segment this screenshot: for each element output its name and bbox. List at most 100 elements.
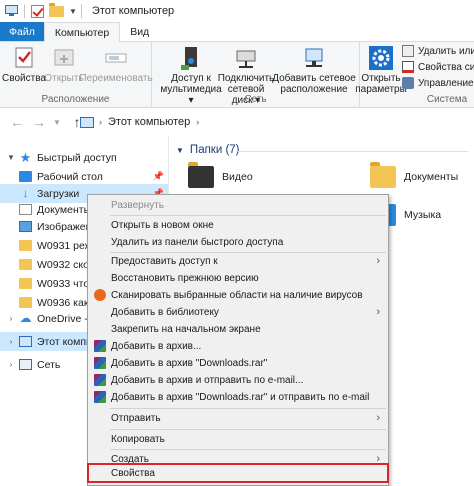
menu-item-add-to-library[interactable]: Добавить в библиотеку ›: [88, 304, 388, 321]
menu-item-unpin-quick-access[interactable]: Удалить из панели быстрого доступа: [88, 234, 388, 251]
tab-computer[interactable]: Компьютер: [43, 22, 121, 42]
group-label-system: Система: [426, 94, 468, 105]
new-folder-icon[interactable]: [49, 2, 64, 17]
menu-item-restore-version[interactable]: Восстановить прежнюю версию: [88, 270, 388, 287]
menu-separator: [110, 429, 386, 430]
open-button[interactable]: Открыть: [44, 45, 84, 84]
desktop-folder-icon: [19, 171, 32, 182]
winrar-icon: [94, 340, 106, 353]
menu-item-archive-rar-email[interactable]: Добавить в архив "Downloads.rar" и отпра…: [88, 389, 388, 406]
menu-item-scan-viruses[interactable]: Сканировать выбранные области на наличие…: [88, 287, 388, 304]
ribbon-tabs: Файл Компьютер Вид: [0, 22, 474, 42]
manage-button[interactable]: Управление: [402, 77, 474, 89]
menu-item-copy[interactable]: Копировать: [88, 431, 388, 448]
properties-button[interactable]: Свойства: [2, 45, 46, 84]
menu-separator: [110, 408, 386, 409]
system-properties-button[interactable]: Свойства систем: [402, 61, 474, 73]
folder-tile-video[interactable]: Видео: [188, 162, 253, 188]
manage-icon: [402, 77, 414, 89]
menu-item-archive-email[interactable]: Добавить в архив и отправить по e-mail..…: [88, 372, 388, 389]
forward-arrow-icon[interactable]: →: [30, 114, 48, 130]
menu-item-expand[interactable]: Развернуть: [88, 197, 388, 214]
menu-item-label: Добавить в архив...: [111, 340, 202, 352]
menu-item-label: Копировать: [111, 433, 165, 445]
menu-item-pin-start[interactable]: Закрепить на начальном экране: [88, 321, 388, 338]
system-properties-label: Свойства систем: [418, 61, 474, 73]
winrar-icon: [94, 391, 106, 404]
chevron-down-icon[interactable]: ▼: [176, 146, 184, 155]
divider: [24, 4, 25, 18]
menu-item-label: Предоставить доступ к: [111, 255, 218, 267]
antivirus-icon: [94, 289, 106, 302]
chevron-right-icon[interactable]: ›: [6, 314, 16, 323]
rename-button[interactable]: Переименовать: [79, 45, 153, 84]
properties-check-icon[interactable]: [31, 4, 44, 18]
menu-item-give-access[interactable]: Предоставить доступ к ›: [88, 253, 388, 270]
menu-item-add-archive-rar[interactable]: Добавить в архив "Downloads.rar": [88, 355, 388, 372]
video-folder-icon: [188, 162, 214, 188]
computer-icon: [80, 116, 94, 128]
folder-tile-documents[interactable]: Документы: [370, 162, 459, 188]
nav-item-label: Быстрый доступ: [37, 151, 117, 164]
menu-item-properties[interactable]: Свойства: [87, 463, 389, 483]
manage-label: Управление: [418, 77, 474, 89]
ribbon-group-location: Свойства Открыть Переименовать Расположе…: [0, 42, 153, 108]
uninstall-label: Удалить или изм: [418, 45, 474, 57]
menu-item-label: Восстановить прежнюю версию: [111, 272, 259, 284]
breadcrumb-chevron-icon[interactable]: ›: [99, 117, 102, 127]
rename-icon: [102, 45, 130, 71]
folder-icon: [19, 278, 32, 289]
address-bar[interactable]: › Этот компьютер ›: [80, 112, 474, 132]
winrar-icon: [94, 374, 106, 387]
folder-icon: [19, 259, 32, 270]
nav-item-quick-access[interactable]: ▼ ★ Быстрый доступ: [0, 148, 168, 167]
computer-icon[interactable]: [4, 4, 20, 18]
quick-access-dropdown-icon[interactable]: ▼: [69, 7, 77, 16]
divider: [238, 151, 468, 152]
group-label-location: Расположение: [41, 94, 110, 105]
menu-item-label: Добавить в архив "Downloads.rar": [111, 357, 268, 369]
recent-dropdown-icon[interactable]: ▼: [48, 118, 66, 127]
computer-icon: [19, 336, 32, 347]
menu-item-send-to[interactable]: Отправить ›: [88, 410, 388, 427]
window-title: Этот компьютер: [91, 5, 175, 17]
chevron-right-icon[interactable]: ›: [6, 337, 16, 346]
pictures-folder-icon: [19, 221, 32, 232]
add-network-location-button[interactable]: Добавить сетевое расположение: [270, 45, 358, 95]
context-menu: Развернуть Открыть в новом окне Удалить …: [87, 194, 389, 486]
menu-item-open-new-window[interactable]: Открыть в новом окне: [88, 217, 388, 234]
folder-label: Документы: [404, 171, 459, 183]
breadcrumb-chevron-icon[interactable]: ›: [196, 117, 199, 127]
breadcrumb-this-pc[interactable]: Этот компьютер: [108, 116, 190, 128]
uninstall-program-button[interactable]: Удалить или изм: [402, 45, 474, 57]
network-location-icon: [300, 45, 328, 71]
chevron-down-icon[interactable]: ▼: [6, 153, 16, 162]
nav-item-label: W0931 реж: [37, 239, 92, 252]
tab-file[interactable]: Файл: [0, 22, 44, 41]
tab-view[interactable]: Вид: [120, 22, 159, 41]
folders-group-header[interactable]: ▼ Папки (7): [176, 144, 240, 156]
menu-item-label: Добавить в архив и отправить по e-mail..…: [111, 374, 304, 386]
menu-separator: [110, 215, 386, 216]
menu-item-add-archive[interactable]: Добавить в архив...: [88, 338, 388, 355]
menu-item-label: Добавить в библиотеку: [111, 306, 219, 318]
menu-item-label: Свойства: [111, 467, 155, 479]
network-drive-icon: [232, 45, 260, 71]
cloud-icon: ☁: [19, 311, 32, 325]
system-properties-icon: [402, 61, 414, 73]
open-settings-button[interactable]: Открыть параметры: [355, 45, 407, 95]
ribbon-group-network: Доступ к мультимедиа ▾ Подключить сетево…: [152, 42, 360, 108]
nav-item-label: W0933 что: [37, 277, 90, 290]
menu-item-label: Отправить: [111, 412, 161, 424]
navigation-bar: ← → ▼ ↑ › Этот компьютер ›: [0, 108, 474, 136]
chevron-right-icon[interactable]: ›: [6, 360, 16, 369]
rename-label: Переименовать: [79, 73, 153, 84]
downloads-icon: ↓: [22, 186, 29, 200]
menu-separator: [110, 449, 386, 450]
back-arrow-icon[interactable]: ←: [8, 114, 26, 130]
menu-item-label: Открыть в новом окне: [111, 219, 214, 231]
media-server-icon: [177, 45, 205, 71]
title-bar: ▼ Этот компьютер: [0, 0, 474, 22]
pin-icon: 📌: [152, 171, 164, 181]
add-network-location-label: Добавить сетевое расположение: [272, 73, 356, 95]
